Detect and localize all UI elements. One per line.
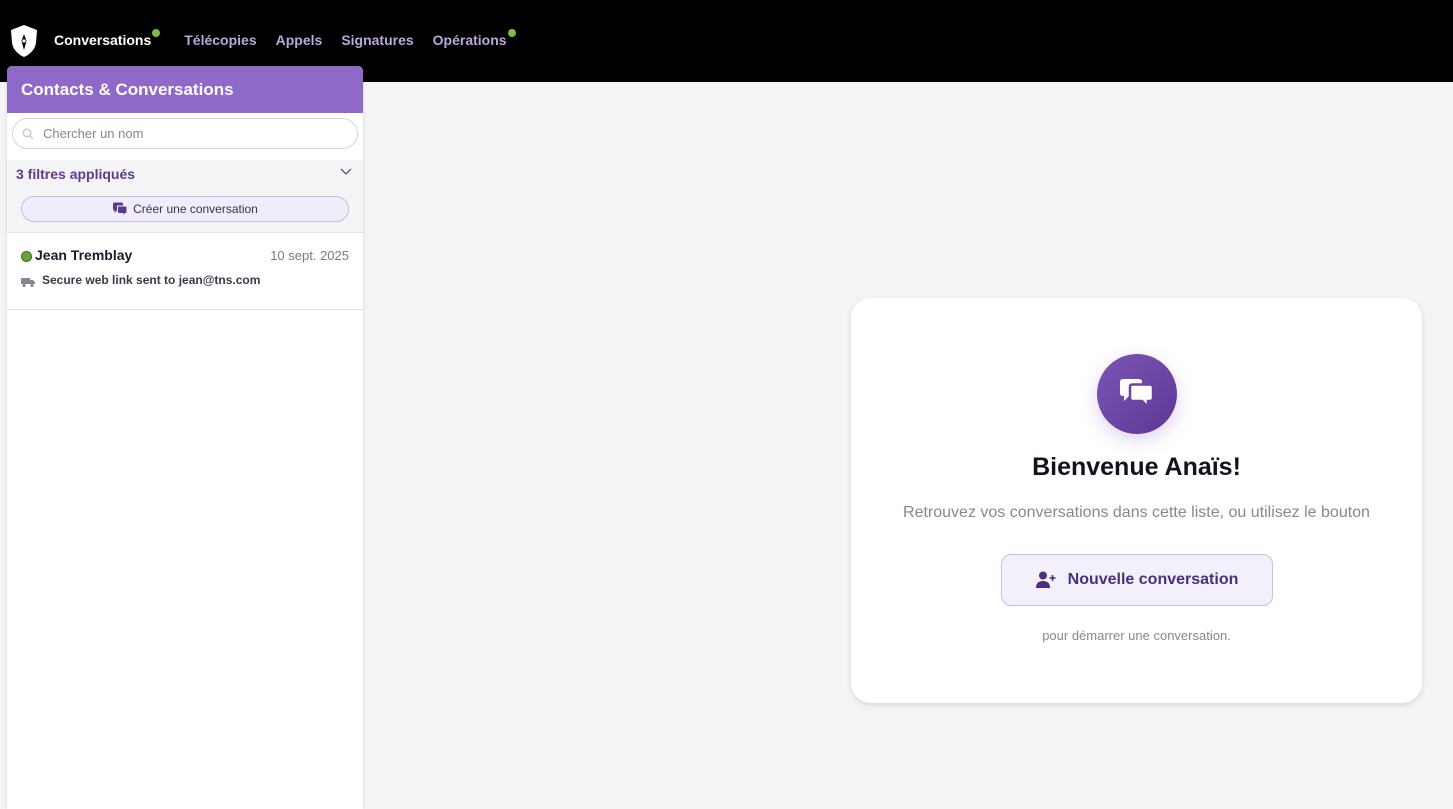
nav-conversations[interactable]: Conversations (54, 29, 161, 49)
main-nav: Conversations Télécopies Appels Signatur… (54, 29, 526, 49)
nav-operations-label: Opérations (432, 32, 507, 48)
notification-dot (507, 29, 516, 37)
last-message-preview: Secure web link sent to jean@tns.com (42, 273, 261, 287)
welcome-icon-circle (1097, 354, 1177, 434)
nav-operations[interactable]: Opérations (432, 29, 516, 49)
new-conversation-label: Nouvelle conversation (1067, 571, 1239, 588)
chat-bubbles-icon (113, 202, 128, 217)
create-conversation-button[interactable]: Créer une conversation (21, 196, 349, 222)
welcome-title: Bienvenue Anaïs! (1032, 453, 1241, 481)
filters-toggle[interactable]: 3 filtres appliqués (7, 160, 363, 187)
shield-logo-icon[interactable] (11, 25, 37, 57)
filters-label: 3 filtres appliqués (16, 165, 136, 182)
nav-appels-label: Appels (275, 32, 323, 48)
notification-dot (152, 29, 161, 37)
chevron-down-icon[interactable] (340, 168, 352, 176)
contacts-sidebar: Contacts & Conversations 3 filtres appli… (7, 66, 363, 809)
nav-signatures[interactable]: Signatures (341, 31, 413, 49)
welcome-subtitle: Retrouvez vos conversations dans cette l… (903, 504, 1370, 521)
add-user-icon (1035, 571, 1056, 588)
search-icon (22, 128, 34, 140)
nav-conversations-label: Conversations (54, 32, 152, 48)
online-status-dot (21, 251, 32, 262)
contact-name: Jean Tremblay (35, 247, 133, 263)
create-area: Créer une conversation (7, 187, 363, 233)
new-conversation-button[interactable]: Nouvelle conversation (1001, 554, 1273, 606)
nav-signatures-label: Signatures (341, 32, 414, 48)
conversation-date: 10 sept. 2025 (270, 248, 349, 263)
conversation-list-item[interactable]: Jean Tremblay 10 sept. 2025 Secure web l… (7, 233, 363, 310)
create-conversation-label: Créer une conversation (133, 202, 258, 216)
truck-icon (21, 278, 35, 288)
search-box[interactable] (12, 118, 358, 149)
nav-telecopies-label: Télécopies (184, 32, 257, 48)
welcome-card: Bienvenue Anaïs! Retrouvez vos conversat… (851, 298, 1422, 703)
nav-appels[interactable]: Appels (276, 31, 323, 49)
search-input[interactable] (43, 119, 343, 148)
nav-telecopies[interactable]: Télécopies (184, 31, 256, 49)
welcome-footer: pour démarrer une conversation. (1042, 628, 1231, 643)
sidebar-title: Contacts & Conversations (7, 66, 363, 113)
chat-bubbles-icon (1120, 379, 1155, 411)
